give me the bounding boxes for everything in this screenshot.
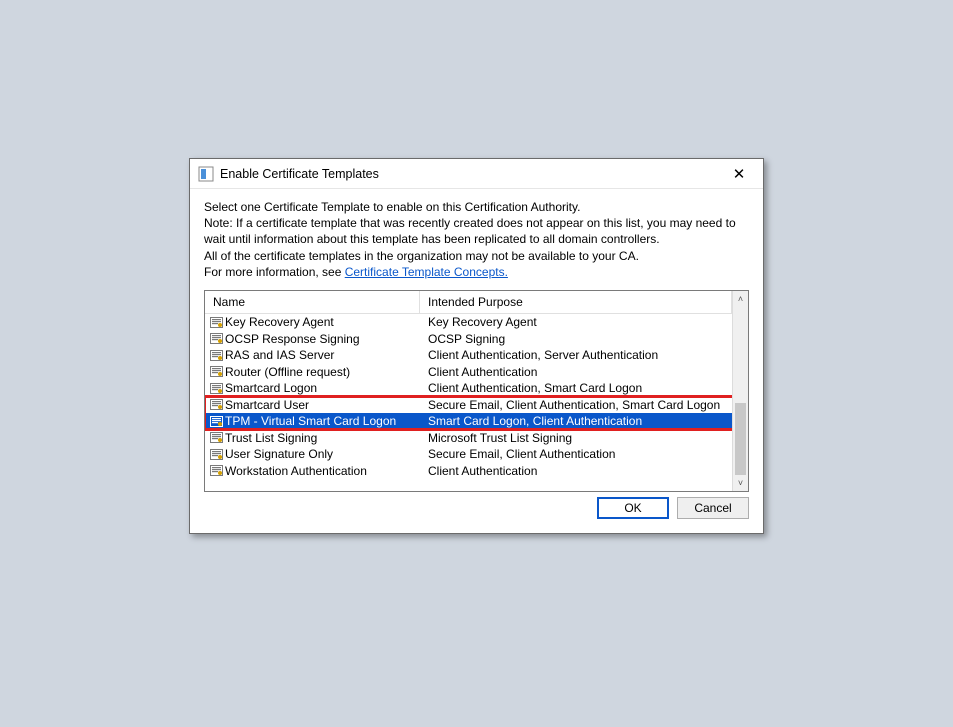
list-item[interactable]: OCSP Response SigningOCSP Signing — [205, 330, 732, 347]
dialog-title: Enable Certificate Templates — [220, 167, 723, 181]
cert-template-icon — [205, 398, 223, 411]
column-header: Name Intended Purpose — [205, 291, 732, 314]
col-header-purpose[interactable]: Intended Purpose — [420, 291, 732, 313]
app-icon — [198, 166, 214, 182]
templates-listbox: Name Intended Purpose Key Recovery Agent… — [204, 290, 749, 492]
template-name: Smartcard Logon — [223, 381, 420, 395]
cert-template-icon — [205, 464, 223, 477]
cert-template-concepts-link[interactable]: Certificate Template Concepts. — [345, 265, 508, 279]
scrollbar[interactable]: ˄ ˅ — [732, 291, 748, 491]
template-purpose: Smart Card Logon, Client Authentication — [420, 414, 732, 428]
template-purpose: Client Authentication, Smart Card Logon — [420, 381, 732, 395]
template-name: TPM - Virtual Smart Card Logon — [223, 414, 420, 428]
titlebar: Enable Certificate Templates ✕ — [190, 159, 763, 189]
instr-line1: Select one Certificate Template to enabl… — [204, 199, 749, 215]
list-item[interactable]: Key Recovery AgentKey Recovery Agent — [205, 314, 732, 331]
template-name: RAS and IAS Server — [223, 348, 420, 362]
cert-template-icon — [205, 365, 223, 378]
close-button[interactable]: ✕ — [723, 163, 755, 185]
instructions: Select one Certificate Template to enabl… — [204, 199, 749, 280]
list-item[interactable]: Trust List SigningMicrosoft Trust List S… — [205, 429, 732, 446]
template-purpose: Client Authentication — [420, 365, 732, 379]
template-purpose: Client Authentication, Server Authentica… — [420, 348, 732, 362]
cert-template-icon — [205, 448, 223, 461]
list-item[interactable]: Smartcard LogonClient Authentication, Sm… — [205, 380, 732, 397]
cert-template-icon — [205, 431, 223, 444]
ok-button[interactable]: OK — [597, 497, 669, 519]
cert-template-icon — [205, 332, 223, 345]
template-name: Trust List Signing — [223, 431, 420, 445]
cert-template-icon — [205, 349, 223, 362]
template-purpose: Secure Email, Client Authentication — [420, 447, 732, 461]
cert-template-icon — [205, 382, 223, 395]
template-name: Router (Offline request) — [223, 365, 420, 379]
col-header-name[interactable]: Name — [205, 291, 420, 313]
list-item[interactable]: Router (Offline request)Client Authentic… — [205, 363, 732, 380]
dialog-body: Select one Certificate Template to enabl… — [190, 189, 763, 504]
template-purpose: Microsoft Trust List Signing — [420, 431, 732, 445]
template-purpose: Key Recovery Agent — [420, 315, 732, 329]
more-prefix: For more information, see — [204, 265, 345, 279]
instr-line2: Note: If a certificate template that was… — [204, 215, 749, 247]
instr-line3: All of the certificate templates in the … — [204, 248, 749, 264]
template-name: OCSP Response Signing — [223, 332, 420, 346]
list-item[interactable]: Smartcard UserSecure Email, Client Authe… — [205, 396, 732, 413]
enable-cert-templates-dialog: Enable Certificate Templates ✕ Select on… — [189, 158, 764, 534]
scroll-down-icon[interactable]: ˅ — [733, 475, 748, 491]
rows-container: Key Recovery AgentKey Recovery AgentOCSP… — [205, 314, 732, 479]
list-item[interactable]: User Signature OnlySecure Email, Client … — [205, 446, 732, 463]
template-name: Key Recovery Agent — [223, 315, 420, 329]
cancel-button[interactable]: Cancel — [677, 497, 749, 519]
template-name: Smartcard User — [223, 398, 420, 412]
scroll-up-icon[interactable]: ˄ — [733, 291, 748, 307]
cert-template-icon — [205, 415, 223, 428]
cert-template-icon — [205, 316, 223, 329]
template-name: User Signature Only — [223, 447, 420, 461]
instr-more: For more information, see Certificate Te… — [204, 264, 749, 280]
template-purpose: Secure Email, Client Authentication, Sma… — [420, 398, 732, 412]
template-purpose: Client Authentication — [420, 464, 732, 478]
list-item[interactable]: RAS and IAS ServerClient Authentication,… — [205, 347, 732, 364]
button-row: OK Cancel — [597, 497, 749, 519]
list-item[interactable]: Workstation AuthenticationClient Authent… — [205, 462, 732, 479]
template-name: Workstation Authentication — [223, 464, 420, 478]
template-purpose: OCSP Signing — [420, 332, 732, 346]
scroll-thumb[interactable] — [735, 403, 746, 475]
list-item[interactable]: TPM - Virtual Smart Card LogonSmart Card… — [205, 413, 732, 430]
